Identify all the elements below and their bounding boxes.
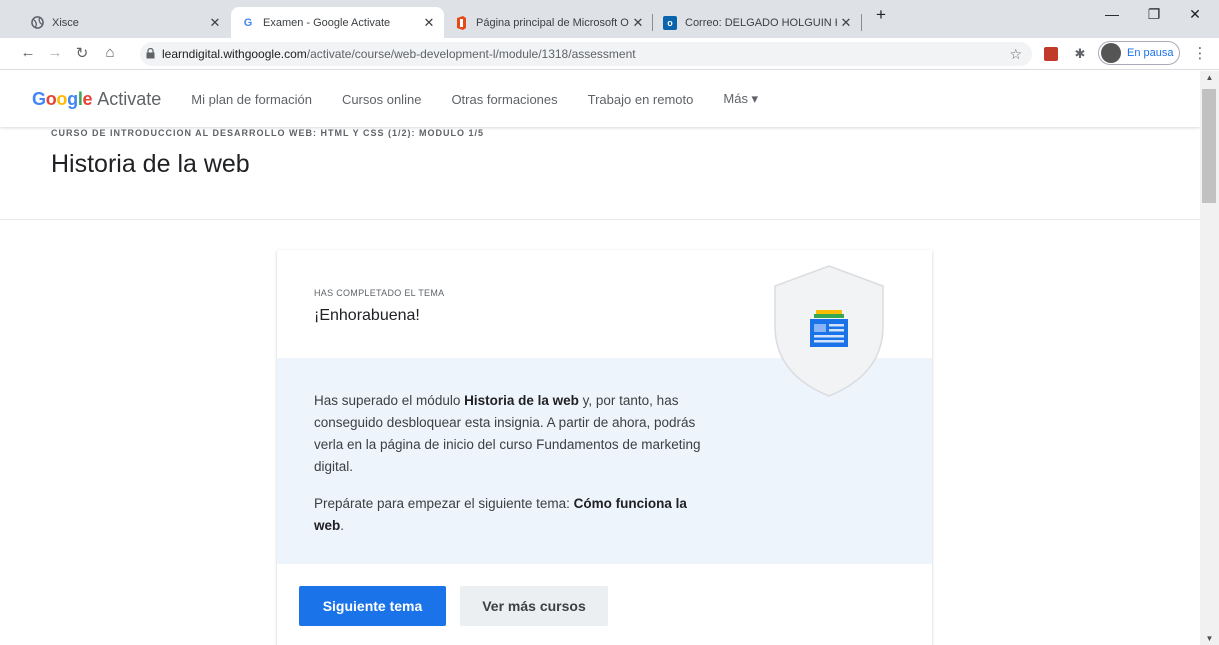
new-tab-button[interactable]: + <box>866 5 896 25</box>
divider <box>0 219 1200 220</box>
office-icon <box>454 15 468 30</box>
nav-otras-formaciones[interactable]: Otras formaciones <box>451 92 557 107</box>
browser-toolbar: ← → ↻ ⌂ learndigital.withgoogle.com/acti… <box>0 38 1219 70</box>
tab-title: Página principal de Microsoft Off <box>476 16 629 29</box>
home-icon[interactable]: ⌂ <box>100 44 120 61</box>
browser-tab-active[interactable]: G Examen - Google Activate ✕ <box>231 7 444 38</box>
google-g-icon: G <box>243 16 253 29</box>
profile-button[interactable]: En pausa <box>1098 41 1180 65</box>
completion-message: Has superado el módulo Historia de la we… <box>314 393 701 474</box>
tab-title: Correo: DELGADO HOLGUIN KEV <box>685 16 837 29</box>
activate-wordmark: Activate <box>97 88 162 109</box>
back-icon[interactable]: ← <box>18 44 38 61</box>
address-bar[interactable]: learndigital.withgoogle.com/activate/cou… <box>140 42 1032 66</box>
browser-menu-icon[interactable]: ⋮ <box>1190 44 1210 62</box>
card-heading: ¡Enhorabuena! <box>314 307 420 324</box>
tab-title: Examen - Google Activate <box>263 16 391 29</box>
extensions-puzzle-icon[interactable]: ✱ <box>1072 46 1088 62</box>
browser-tab[interactable]: Página principal de Microsoft Off ✕ <box>444 7 653 38</box>
avatar <box>1101 43 1121 63</box>
close-tab-icon[interactable]: ✕ <box>206 15 224 31</box>
nav-trabajo-remoto[interactable]: Trabajo en remoto <box>588 92 694 107</box>
outlook-icon: o <box>663 15 677 30</box>
scroll-down-icon[interactable]: ▼ <box>1200 634 1219 643</box>
close-tab-icon[interactable]: ✕ <box>629 15 647 31</box>
page-title: Historia de la web <box>51 150 250 178</box>
browser-tab[interactable]: Xisce ✕ <box>20 7 230 38</box>
nav-mi-plan[interactable]: Mi plan de formación <box>191 92 312 107</box>
tab-strip: Xisce ✕ G Examen - Google Activate ✕ Pág… <box>0 0 1219 38</box>
tab-title: Xisce <box>52 16 79 29</box>
scroll-up-icon[interactable]: ▲ <box>1200 73 1219 82</box>
minimize-icon[interactable]: — <box>1097 6 1127 22</box>
profile-status: En pausa <box>1127 47 1174 59</box>
pdf-extension-icon[interactable] <box>1044 47 1058 61</box>
browser-tab[interactable]: o Correo: DELGADO HOLGUIN KEV ✕ <box>653 7 861 38</box>
badge-shield-icon <box>773 264 885 398</box>
course-breadcrumb: CURSO DE INTRODUCCION AL DESARROLLO WEB:… <box>51 128 485 138</box>
completion-card: HAS COMPLETADO EL TEMA ¡Enhorabuena! Has… <box>277 250 932 645</box>
url-host: learndigital.withgoogle.com <box>162 47 307 61</box>
bookmark-star-icon[interactable]: ☆ <box>1009 46 1022 63</box>
site-header: Google Activate Mi plan de formación Cur… <box>0 71 1200 127</box>
next-topic-button[interactable]: Siguiente tema <box>299 586 446 626</box>
tab-separator <box>861 14 862 31</box>
nav-cursos-online[interactable]: Cursos online <box>342 92 422 107</box>
forward-icon[interactable]: → <box>45 44 65 61</box>
nav-mas-dropdown[interactable]: Más ▾ <box>723 91 758 107</box>
google-wordmark: Google <box>32 88 93 109</box>
lock-icon <box>146 47 158 61</box>
reload-icon[interactable]: ↻ <box>72 44 92 62</box>
module-name: Historia de la web <box>464 393 579 408</box>
globe-icon <box>30 16 44 30</box>
card-kicker: HAS COMPLETADO EL TEMA <box>314 288 445 298</box>
close-tab-icon[interactable]: ✕ <box>837 15 855 31</box>
page-content: Google Activate Mi plan de formación Cur… <box>0 71 1200 645</box>
url-path: /activate/course/web-development-l/modul… <box>306 47 636 61</box>
window-close-icon[interactable]: ✕ <box>1180 6 1210 23</box>
scrollbar-thumb[interactable] <box>1202 89 1216 203</box>
more-courses-button[interactable]: Ver más cursos <box>460 586 608 626</box>
restore-icon[interactable]: ❐ <box>1139 6 1169 23</box>
next-topic-message: Prepárate para empezar el siguiente tema… <box>314 496 687 533</box>
close-tab-icon[interactable]: ✕ <box>420 15 438 31</box>
page-scrollbar[interactable]: ▲ ▼ <box>1200 71 1219 645</box>
google-activate-logo[interactable]: Google Activate <box>32 89 161 110</box>
